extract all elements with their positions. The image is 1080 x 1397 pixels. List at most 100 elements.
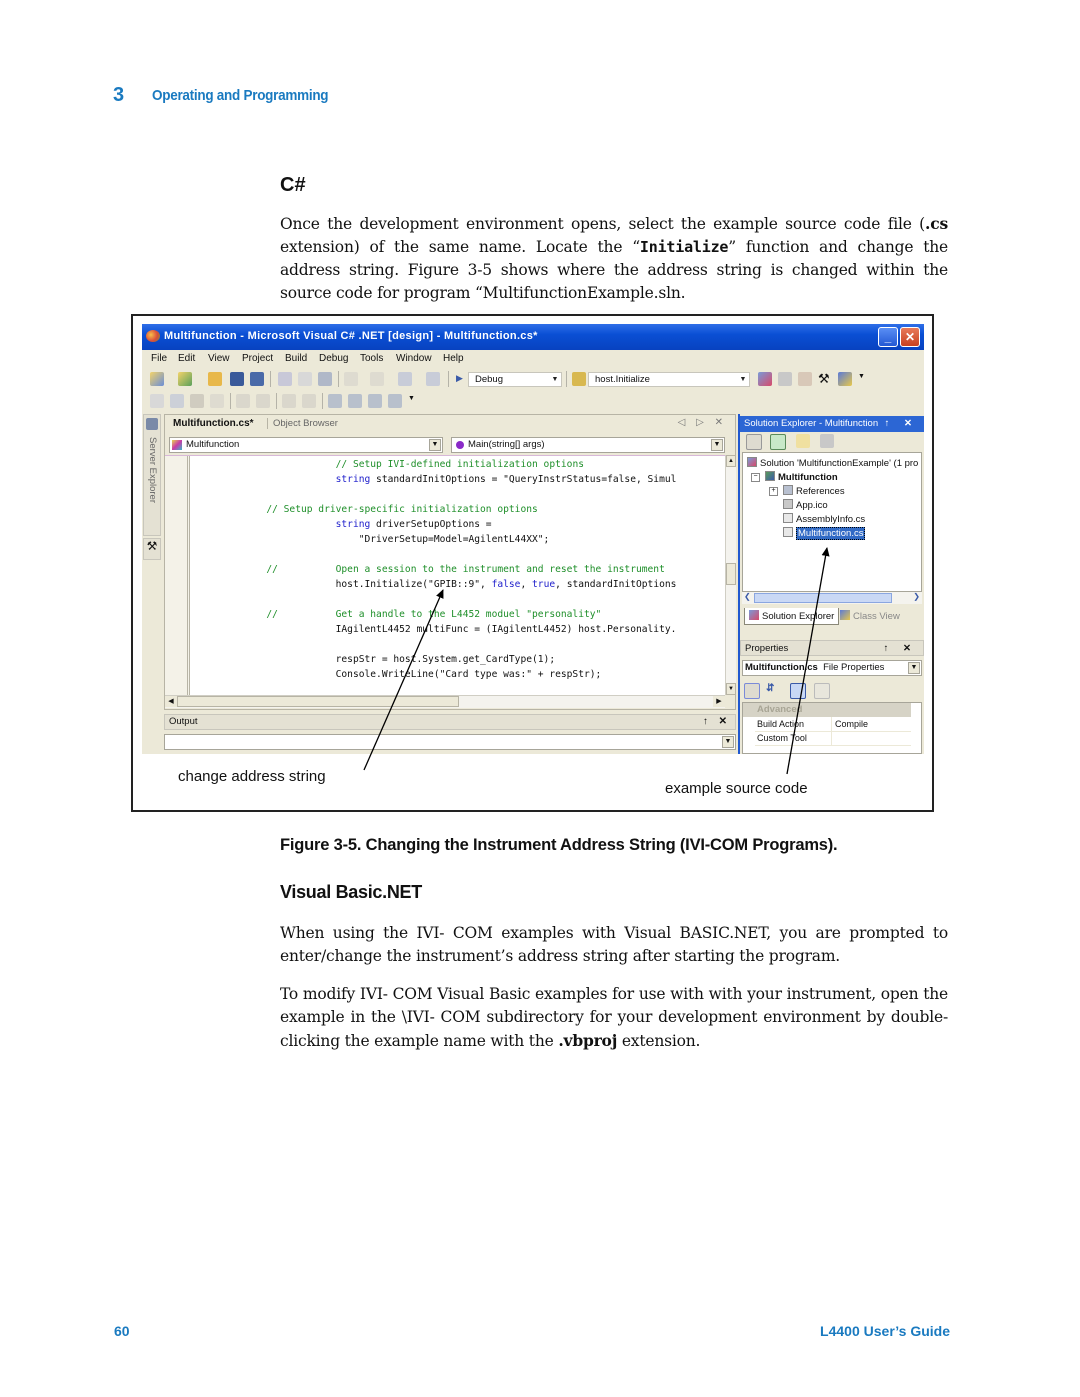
scroll-left-icon[interactable]: ◀ [165, 696, 177, 707]
document-nav-controls[interactable]: ◁ ▷ ✕ [678, 417, 727, 428]
scroll-thumb[interactable] [754, 593, 892, 603]
scroll-right-icon[interactable]: ❯ [913, 592, 920, 601]
property-row[interactable]: Custom Tool [755, 731, 911, 746]
scroll-thumb[interactable] [177, 696, 459, 707]
property-row[interactable]: Build Action Compile [755, 717, 911, 732]
config-combo[interactable]: Debug ▼ [468, 372, 562, 387]
display-parameter-info-icon[interactable] [170, 394, 184, 408]
scroll-thumb[interactable] [726, 563, 736, 585]
menu-edit[interactable]: Edit [178, 353, 195, 364]
undo-icon[interactable] [344, 372, 358, 386]
toolbar-options-icon[interactable]: ▼ [858, 373, 865, 380]
display-object-list-icon[interactable] [150, 394, 164, 408]
toolbar-options-icon[interactable]: ▼ [408, 395, 415, 402]
solution-explorer-icon[interactable] [758, 372, 772, 386]
add-item-icon[interactable] [178, 372, 192, 386]
menu-tools[interactable]: Tools [360, 353, 383, 364]
view-code-icon[interactable] [820, 434, 834, 448]
tab-solution-explorer[interactable]: Solution Explorer [744, 608, 840, 625]
increase-indent-icon[interactable] [256, 394, 270, 408]
output-source-combo[interactable]: ▼ [164, 734, 736, 750]
uncomment-icon[interactable] [302, 394, 316, 408]
tree-node[interactable]: App.ico [783, 499, 828, 511]
save-icon[interactable] [230, 372, 244, 386]
menu-view[interactable]: View [208, 353, 230, 364]
tree-node[interactable]: AssemblyInfo.cs [783, 513, 865, 525]
start-icon[interactable]: ▶ [456, 373, 463, 384]
code-line: // Setup driver-specific initialization … [266, 504, 538, 515]
paste-icon[interactable] [318, 372, 332, 386]
property-value[interactable]: Compile [831, 717, 868, 731]
toolbox-icon: ⚒ [146, 539, 158, 553]
object-browser-icon[interactable] [798, 372, 812, 386]
property-value[interactable] [831, 731, 835, 745]
menu-project[interactable]: Project [242, 353, 273, 364]
close-button[interactable]: ✕ [900, 327, 920, 347]
output-pin-close-controls[interactable]: ↑ ✕ [703, 715, 731, 729]
tab-multifunction-cs[interactable]: Multifunction.cs* [173, 418, 254, 429]
pane-pin-close-controls[interactable]: ↑ ✕ [885, 416, 918, 432]
section-heading-csharp: C# [280, 174, 306, 196]
display-quick-info-icon[interactable] [190, 394, 204, 408]
show-all-files-icon[interactable] [796, 434, 810, 448]
left-dock: Server Explorer ⚒ [142, 414, 162, 754]
code-area[interactable]: // Setup IVI-defined initialization opti… [165, 455, 725, 696]
minimize-button[interactable]: _ [878, 327, 898, 347]
output-header: Output ↑ ✕ [164, 714, 736, 730]
vertical-scrollbar[interactable]: ▲ ▼ [725, 455, 736, 695]
horizontal-scrollbar[interactable]: ◀ ▶ [165, 695, 725, 708]
open-folder-icon[interactable] [208, 372, 222, 386]
display-word-completion-icon[interactable] [210, 394, 224, 408]
menu-window[interactable]: Window [396, 353, 432, 364]
previous-bookmark-icon[interactable] [368, 394, 382, 408]
collapse-icon[interactable]: − [751, 473, 760, 482]
tree-node[interactable]: Multifunction.cs [783, 527, 866, 540]
alphabetical-icon[interactable]: ⇵ [766, 683, 774, 694]
tree-node[interactable]: Solution 'MultifunctionExample' (1 pro [747, 457, 918, 469]
tab-class-view[interactable]: Class View [840, 610, 900, 622]
properties-icon[interactable] [746, 434, 762, 450]
scroll-down-icon[interactable]: ▼ [726, 683, 736, 695]
solution-tree-hscroll[interactable]: ❮ ❯ [742, 592, 922, 604]
properties-window-icon[interactable] [778, 372, 792, 386]
decrease-indent-icon[interactable] [236, 394, 250, 408]
new-project-icon[interactable] [150, 372, 164, 386]
refresh-icon[interactable] [770, 434, 786, 450]
toolbox-tab[interactable]: ⚒ [143, 538, 161, 560]
menu-file[interactable]: File [151, 353, 167, 364]
clear-bookmarks-icon[interactable] [388, 394, 402, 408]
document-tabs: Multifunction.cs* Object Browser ◁ ▷ ✕ [165, 415, 735, 435]
class-combo[interactable]: Multifunction ▼ [169, 437, 443, 453]
find-combo[interactable]: host.Initialize ▼ [588, 372, 750, 387]
property-pages-icon[interactable] [814, 683, 830, 699]
pane-pin-close-controls[interactable]: ↑ ✕ [884, 641, 917, 657]
find-in-files-icon[interactable] [572, 372, 586, 386]
next-bookmark-icon[interactable] [348, 394, 362, 408]
scroll-left-icon[interactable]: ❮ [744, 592, 751, 601]
comment-icon[interactable] [282, 394, 296, 408]
tree-node[interactable]: + References [769, 485, 845, 497]
scroll-up-icon[interactable]: ▲ [726, 455, 736, 467]
copy-icon[interactable] [298, 372, 312, 386]
cut-icon[interactable] [278, 372, 292, 386]
menu-debug[interactable]: Debug [319, 353, 348, 364]
class-view-icon[interactable] [838, 372, 852, 386]
menu-build[interactable]: Build [285, 353, 307, 364]
server-explorer-tab[interactable]: Server Explorer [143, 414, 161, 536]
menu-help[interactable]: Help [443, 353, 464, 364]
properties-object-combo[interactable]: Multifunction.cs File Properties ▼ [742, 660, 922, 676]
member-combo[interactable]: Main(string[] args) ▼ [451, 437, 725, 453]
redo-icon[interactable] [370, 372, 384, 386]
scroll-right-icon[interactable]: ▶ [713, 696, 725, 707]
toggle-bookmark-icon[interactable] [328, 394, 342, 408]
tree-node[interactable]: − Multifunction [751, 471, 838, 483]
save-all-icon[interactable] [250, 372, 264, 386]
expand-icon[interactable]: + [769, 487, 778, 496]
tab-object-browser[interactable]: Object Browser [267, 418, 338, 429]
solution-tree[interactable]: Solution 'MultifunctionExample' (1 pro − M… [742, 452, 922, 592]
categorized-icon[interactable] [744, 683, 760, 699]
properties-view-icon[interactable] [790, 683, 806, 699]
navigate-forward-icon[interactable] [426, 372, 440, 386]
toolbox-icon[interactable]: ⚒ [818, 371, 830, 387]
navigate-back-icon[interactable] [398, 372, 412, 386]
